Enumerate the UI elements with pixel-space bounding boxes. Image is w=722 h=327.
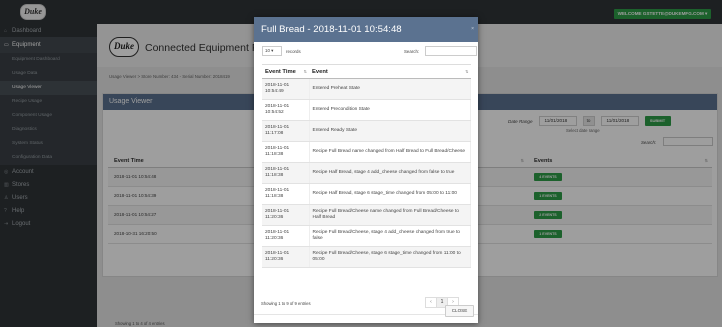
table-row: 2018-11-01 11:20:36 Recipe Full Bread/Che… xyxy=(262,204,471,226)
event-cell: Entered Precondition State xyxy=(309,99,471,121)
event-time-cell: 2018-11-01 11:20:36 xyxy=(262,204,310,226)
event-time-cell: 2018-11-01 11:18:38 xyxy=(262,183,310,205)
event-cell: Entered Preheat State xyxy=(309,78,471,100)
table-row: 2018-11-01 11:18:38 Recipe Half Bread, st… xyxy=(262,162,471,184)
event-cell: Recipe Full Bread name changed from Half… xyxy=(309,141,471,163)
event-cell: Recipe Full Bread/Cheese, stage 4 add_ch… xyxy=(309,225,471,247)
sort-ascending-icon: ⇅ xyxy=(303,68,307,74)
records-per-page-value: 10 xyxy=(265,48,270,53)
column-header-label: Event Time xyxy=(265,68,296,75)
table-row: 2018-11-01 11:20:36 Recipe Full Bread/Che… xyxy=(262,246,471,268)
table-row: 2018-11-01 10:54:52 Entered Precondition … xyxy=(262,99,471,121)
sort-icon: ⇅ xyxy=(465,68,469,74)
chevron-down-icon: ▾ xyxy=(271,48,274,53)
column-header-event[interactable]: Event ⇅ xyxy=(309,64,471,79)
table-row: 2018-11-01 11:20:36 Recipe Full Bread/Che… xyxy=(262,225,471,247)
column-header-label: Event xyxy=(312,68,328,75)
event-time-cell: 2018-11-01 11:20:36 xyxy=(262,225,310,247)
records-per-page-select[interactable]: 10 ▾ xyxy=(262,46,282,56)
event-time-cell: 2018-11-01 11:20:36 xyxy=(262,246,310,268)
event-time-cell: 2018-11-01 10:54:49 xyxy=(262,78,310,100)
event-cell: Recipe Half Bread, stage 4 add_cheese ch… xyxy=(309,162,471,184)
table-row: 2018-11-01 11:18:38 Recipe Half Bread, st… xyxy=(262,183,471,205)
close-button[interactable]: CLOSE xyxy=(445,305,474,317)
modal-search-input[interactable] xyxy=(425,46,477,56)
table-row: 2018-11-01 11:18:38 Recipe Full Bread nam… xyxy=(262,141,471,163)
table-row: 2018-11-01 10:54:49 Entered Preheat State xyxy=(262,78,471,100)
modal-title: Full Bread - 2018-11-01 10:54:48 xyxy=(254,17,478,42)
event-cell: Recipe Full Bread/Cheese, stage 6 stage_… xyxy=(309,246,471,268)
event-time-cell: 2018-11-01 10:54:52 xyxy=(262,99,310,121)
modal-search-label: Search: xyxy=(404,49,420,54)
event-time-cell: 2018-11-01 11:18:38 xyxy=(262,141,310,163)
event-cell: Entered Ready State xyxy=(309,120,471,142)
table-row: 2018-11-01 11:17:08 Entered Ready State xyxy=(262,120,471,142)
events-table: Event Time ⇅ Event ⇅ 2018-11-01 10:54:49 En… xyxy=(262,64,471,268)
close-icon[interactable]: × xyxy=(471,26,474,32)
event-cell: Recipe Half Bread, stage 6 stage_time ch… xyxy=(309,183,471,205)
records-label: records xyxy=(286,49,301,54)
column-header-event-time[interactable]: Event Time ⇅ xyxy=(262,64,309,79)
modal-table-info: Showing 1 to 9 of 9 entries xyxy=(261,301,311,306)
event-time-cell: 2018-11-01 11:18:38 xyxy=(262,162,310,184)
event-cell: Recipe Full Bread/Cheese name changed fr… xyxy=(309,204,471,226)
event-time-cell: 2018-11-01 11:17:08 xyxy=(262,120,310,142)
events-modal: Full Bread - 2018-11-01 10:54:48 × 10 ▾ … xyxy=(254,17,478,323)
table-controls: 10 ▾ records Search: xyxy=(262,46,477,57)
